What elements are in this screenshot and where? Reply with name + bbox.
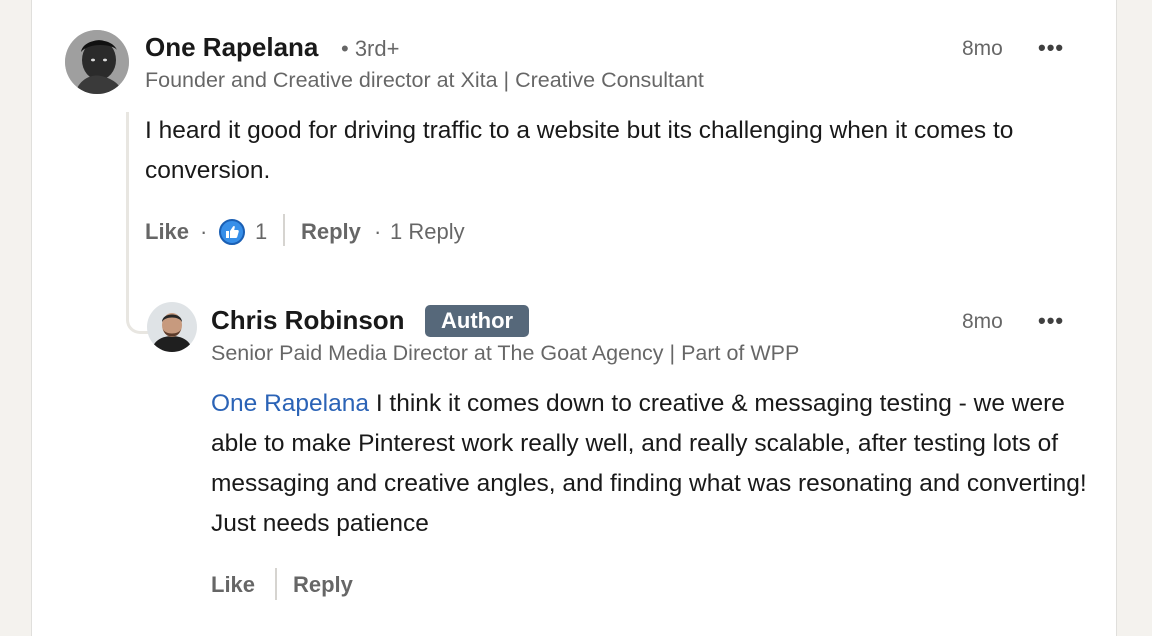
reply-author-headline: Senior Paid Media Director at The Goat A… (211, 341, 800, 365)
reply-text: One Rapelana I think it comes down to cr… (211, 384, 1091, 544)
commenter-headline: Founder and Creative director at Xita | … (145, 68, 704, 92)
action-divider (283, 214, 285, 246)
reaction-count[interactable]: 1 (255, 219, 267, 245)
comment-text: I heard it good for driving traffic to a… (145, 117, 1014, 184)
comment-like-button[interactable]: Like (145, 219, 189, 245)
dot-separator: · (374, 219, 382, 244)
connection-degree: • 3rd+ (341, 36, 400, 61)
comment-timestamp: 8mo (962, 37, 1003, 60)
dot-separator: · (200, 219, 208, 244)
reply-author-avatar[interactable] (147, 302, 197, 352)
commenter-avatar[interactable] (65, 30, 129, 94)
comments-card: One Rapelana • 3rd+ Founder and Creative… (31, 0, 1117, 636)
reply-author-name[interactable]: Chris Robinson (211, 305, 405, 336)
more-options-icon[interactable]: ••• (1038, 35, 1064, 61)
mention-link[interactable]: One Rapelana (211, 390, 369, 417)
reply-timestamp: 8mo (962, 310, 1003, 333)
reply-reply-button[interactable]: Reply (293, 572, 353, 598)
commenter-name[interactable]: One Rapelana (145, 32, 318, 63)
more-options-icon[interactable]: ••• (1038, 308, 1064, 334)
replies-count-link[interactable]: 1 Reply (390, 219, 465, 245)
reply-like-button[interactable]: Like (211, 572, 255, 598)
author-badge: Author (425, 305, 530, 337)
comment-reply-button[interactable]: Reply (301, 219, 361, 245)
action-divider (275, 568, 277, 600)
thumbs-up-icon (219, 219, 245, 245)
